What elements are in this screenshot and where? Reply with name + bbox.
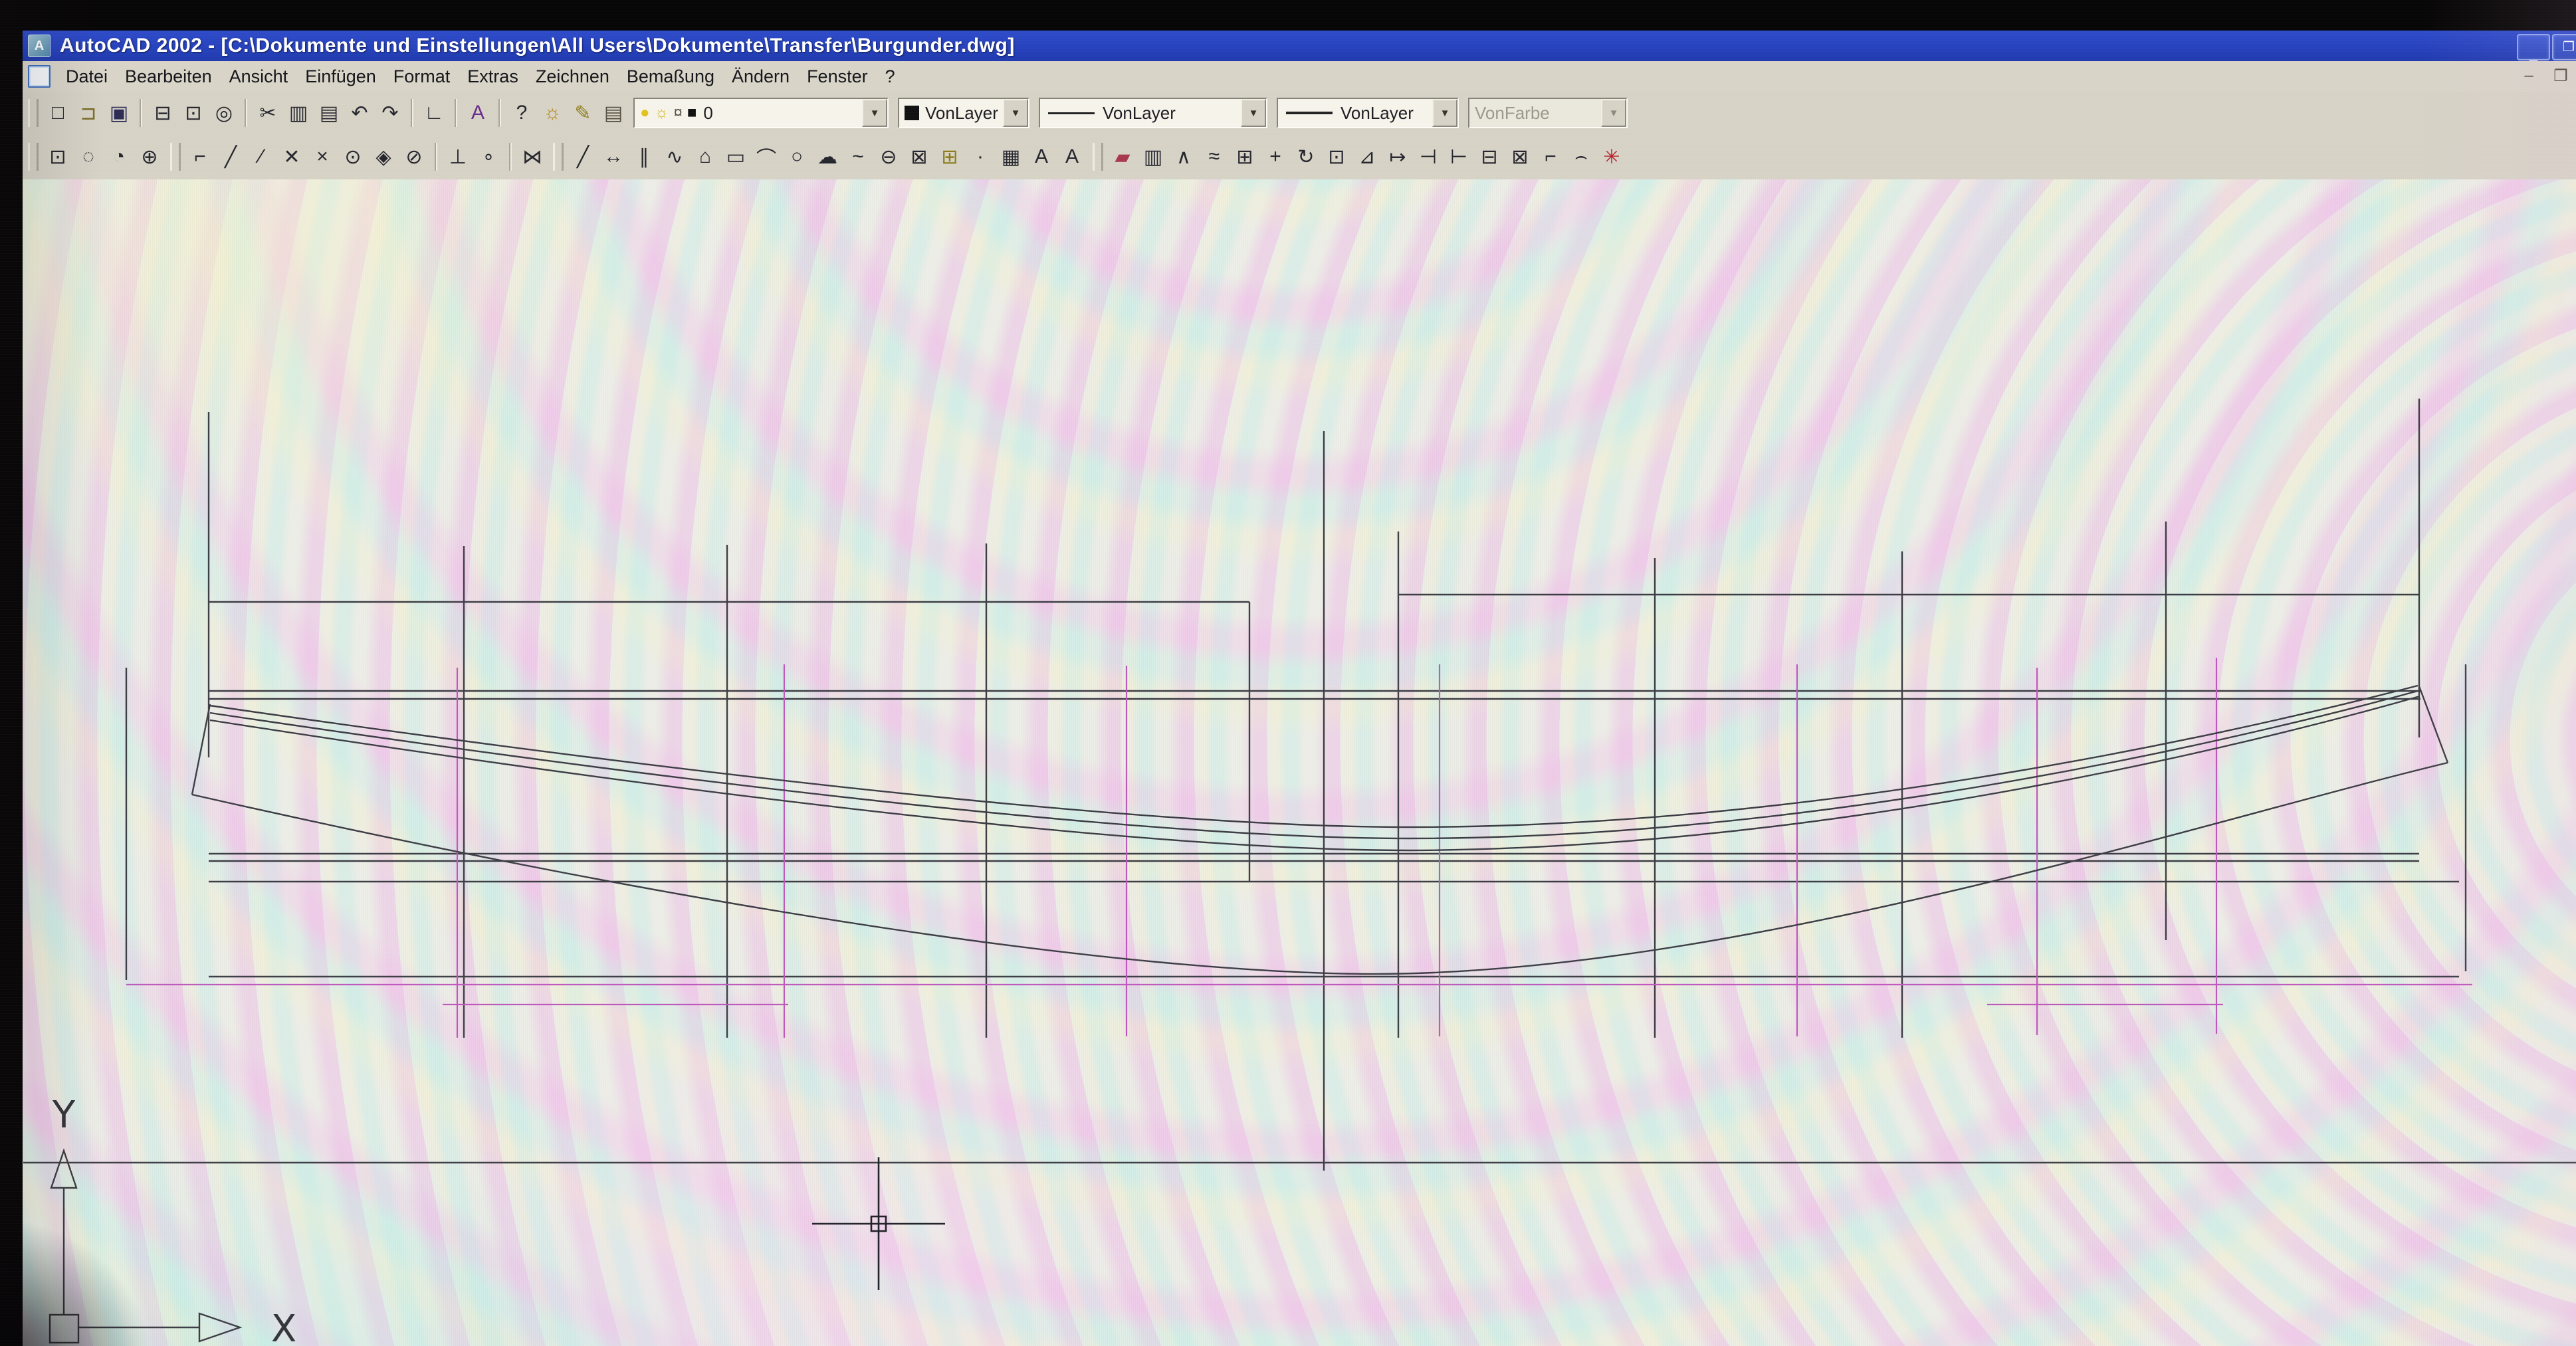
drawing-canvas[interactable]: YX — [0, 0, 2576, 1346]
drawing-area[interactable]: YX — [23, 179, 2576, 1346]
autocad-window: A AutoCAD 2002 - [C:\Dokumente und Einst… — [23, 31, 2576, 1346]
crosshair-cursor — [812, 1157, 945, 1290]
svg-text:Y: Y — [52, 1094, 76, 1137]
svg-text:X: X — [271, 1307, 296, 1346]
